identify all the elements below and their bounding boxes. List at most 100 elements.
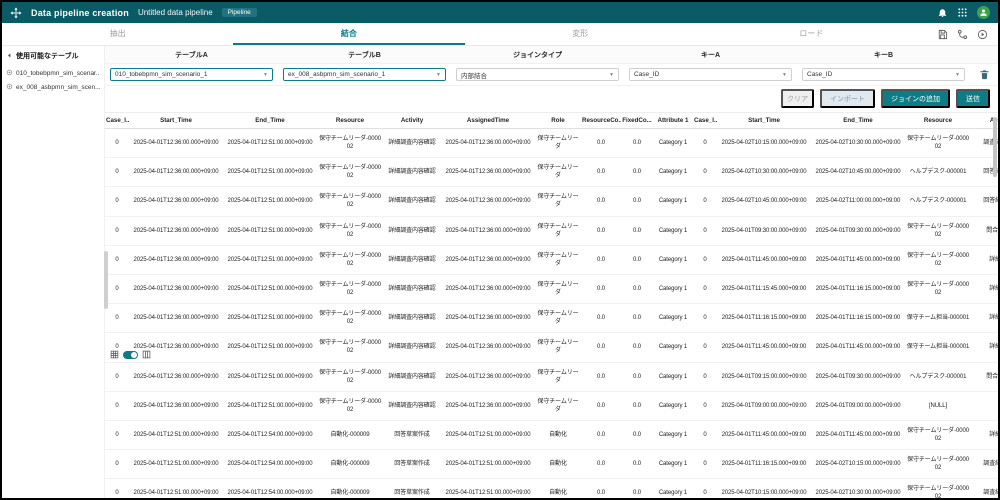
available-tables-list: 010_tobebpmn_sim_scenar... ex_008_asbpmn_… bbox=[6, 66, 100, 94]
cell: 2025-04-01T09:30:00.000+09:00 bbox=[717, 216, 811, 245]
join-result-table-wrap[interactable]: Case_I...Start_TimeEnd_TimeResourceActiv… bbox=[105, 113, 998, 498]
cell: 2025-04-01T11:45:00.000+09:00 bbox=[717, 420, 811, 449]
move-icon[interactable] bbox=[10, 7, 22, 19]
pipeline-flow-icon[interactable] bbox=[957, 29, 968, 40]
cell: 保守チームリーダ bbox=[535, 333, 581, 362]
cell: ヘルプデスク-000001 bbox=[905, 158, 971, 187]
cell: 0.0 bbox=[621, 187, 653, 216]
add-join-button[interactable]: ジョインの追加 bbox=[881, 89, 950, 108]
cell: Category 1 bbox=[653, 479, 693, 498]
grid-view-icon[interactable] bbox=[110, 350, 119, 359]
cell: 2025-04-02T11:00:00.000+09:00 bbox=[811, 187, 905, 216]
page-body: 使用可能なテーブル 010_tobebpmn_sim_scenar...ex_0… bbox=[2, 46, 998, 498]
cell: Category 1 bbox=[653, 362, 693, 391]
cell: 保守チームリーダ-000002 bbox=[317, 362, 383, 391]
delete-join-button[interactable] bbox=[970, 69, 998, 80]
select-key-b[interactable]: Case_ID▼ bbox=[802, 68, 965, 81]
cell: 2025-04-01T12:36:00.000+09:00 bbox=[129, 129, 223, 158]
cell: 2025-04-01T12:51:00.000+09:00 bbox=[223, 187, 317, 216]
select-key-a[interactable]: Case_ID▼ bbox=[629, 68, 792, 81]
cell: 詳細調査内容確認 bbox=[383, 245, 441, 274]
table-list-item-label: 010_tobebpmn_sim_scenar... bbox=[16, 70, 100, 77]
join-result-table: Case_I...Start_TimeEnd_TimeResourceActiv… bbox=[105, 113, 998, 498]
cell: 2025-04-01T11:16:15.000+09:00 bbox=[811, 274, 905, 303]
cell: [NULL] bbox=[905, 391, 971, 420]
column-header: ResourceCo... bbox=[581, 113, 621, 129]
cell: 2025-04-01T12:36:00.000+09:00 bbox=[441, 274, 535, 303]
cell: 0.0 bbox=[581, 245, 621, 274]
cell: 0.0 bbox=[581, 187, 621, 216]
cell: 0.0 bbox=[621, 450, 653, 479]
cell: ヘルプデスク-000001 bbox=[905, 187, 971, 216]
pipeline-name[interactable]: Untitled data pipeline bbox=[138, 8, 213, 17]
cell: 0 bbox=[693, 479, 717, 498]
cell: ヘルプデスク-000001 bbox=[905, 362, 971, 391]
cell: 0.0 bbox=[581, 391, 621, 420]
cell: 0 bbox=[693, 274, 717, 303]
view-toggle[interactable] bbox=[123, 351, 138, 359]
cell: 2025-04-01T12:36:00.000+09:00 bbox=[441, 216, 535, 245]
toggle-knob bbox=[131, 352, 137, 358]
cell: 詳細調査内容確認 bbox=[383, 129, 441, 158]
join-form-labels: テーブルAテーブルBジョインタイプキーAキーB bbox=[105, 46, 998, 64]
submit-button[interactable]: 送信 bbox=[956, 89, 990, 108]
tab-transform[interactable]: 変形 bbox=[465, 23, 696, 45]
cell: 自動化-000009 bbox=[317, 450, 383, 479]
cell: 2025-04-01T11:16:15.000+09:00 bbox=[717, 304, 811, 333]
cell: Category 1 bbox=[653, 450, 693, 479]
label-join-type: ジョインタイプ bbox=[451, 46, 624, 63]
cell: 2025-04-01T11:45:00.000+09:00 bbox=[717, 333, 811, 362]
table-row: 02025-04-01T12:36:00.000+09:002025-04-01… bbox=[105, 187, 998, 216]
table-icon bbox=[6, 83, 13, 92]
cell: 2025-04-01T12:54:00.000+09:00 bbox=[223, 479, 317, 498]
cell: 保守チームリーダ bbox=[535, 129, 581, 158]
cell: 0.0 bbox=[581, 420, 621, 449]
run-icon[interactable] bbox=[977, 29, 988, 40]
sidebar-scrollbar-thumb[interactable] bbox=[104, 251, 108, 309]
table-list-item[interactable]: ex_008_asbpmn_sim_scen... bbox=[6, 80, 100, 94]
import-button[interactable]: インポート bbox=[820, 89, 875, 108]
cell: 2025-04-01T12:36:00.000+09:00 bbox=[441, 391, 535, 420]
notifications-bell-icon[interactable] bbox=[937, 7, 948, 18]
column-view-icon[interactable] bbox=[142, 350, 151, 359]
cell: 保守チームリーダ-000002 bbox=[905, 129, 971, 158]
cell: 2025-04-01T12:51:00.000+09:00 bbox=[223, 274, 317, 303]
cell: 0.0 bbox=[621, 129, 653, 158]
select-join-type[interactable]: 内部結合▼ bbox=[456, 68, 619, 81]
cell: 詳細調査内容確認 bbox=[383, 391, 441, 420]
cell: 2025-04-02T10:45:00.000+09:00 bbox=[717, 187, 811, 216]
cell: 保守チームリーダ bbox=[535, 158, 581, 187]
cell: 2025-04-01T09:30:00.000+09:00 bbox=[811, 362, 905, 391]
cell: 自動化 bbox=[535, 450, 581, 479]
tabbar-icons bbox=[927, 23, 998, 45]
scrollbar-thumb[interactable] bbox=[993, 117, 997, 177]
tab-join[interactable]: 結合 bbox=[233, 23, 464, 45]
table-vertical-scrollbar[interactable] bbox=[993, 113, 998, 498]
cell: 2025-04-01T12:51:00.000+09:00 bbox=[441, 450, 535, 479]
apps-grid-icon[interactable] bbox=[957, 7, 968, 18]
cell: 詳細調査内容確認 bbox=[383, 362, 441, 391]
table-row: 02025-04-01T12:51:00.000+09:002025-04-01… bbox=[105, 450, 998, 479]
user-avatar[interactable] bbox=[977, 6, 990, 19]
cell: 2025-04-01T12:51:00.000+09:00 bbox=[441, 420, 535, 449]
cell: 2025-04-01T12:36:00.000+09:00 bbox=[129, 187, 223, 216]
select-key-a-value: Case_ID bbox=[634, 71, 659, 78]
cell: 0.0 bbox=[581, 274, 621, 303]
tab-load[interactable]: ロード bbox=[696, 23, 927, 45]
table-list-item[interactable]: 010_tobebpmn_sim_scenar... bbox=[6, 66, 100, 80]
cell: 保守チームリーダ-000002 bbox=[905, 274, 971, 303]
select-table-b[interactable]: ex_008_asbpmn_sim_scenario_1▼ bbox=[283, 68, 446, 81]
cell: 0 bbox=[693, 420, 717, 449]
cell: 0 bbox=[693, 216, 717, 245]
cell: 0 bbox=[693, 158, 717, 187]
select-table-a-value: 010_tobebpmn_sim_scenario_1 bbox=[115, 71, 208, 78]
save-icon[interactable] bbox=[937, 29, 948, 40]
cell: 0.0 bbox=[581, 304, 621, 333]
tab-extract[interactable]: 抽出 bbox=[2, 23, 233, 45]
join-panel: テーブルAテーブルBジョインタイプキーAキーB 010_tobebpmn_sim… bbox=[105, 46, 998, 498]
collapse-icon[interactable] bbox=[6, 52, 13, 61]
select-table-a[interactable]: 010_tobebpmn_sim_scenario_1▼ bbox=[110, 68, 273, 81]
app-window: Data pipeline creation Untitled data pip… bbox=[0, 0, 1000, 500]
clear-button[interactable]: クリア bbox=[781, 89, 814, 108]
cell: 保守チームリーダ-000002 bbox=[905, 245, 971, 274]
